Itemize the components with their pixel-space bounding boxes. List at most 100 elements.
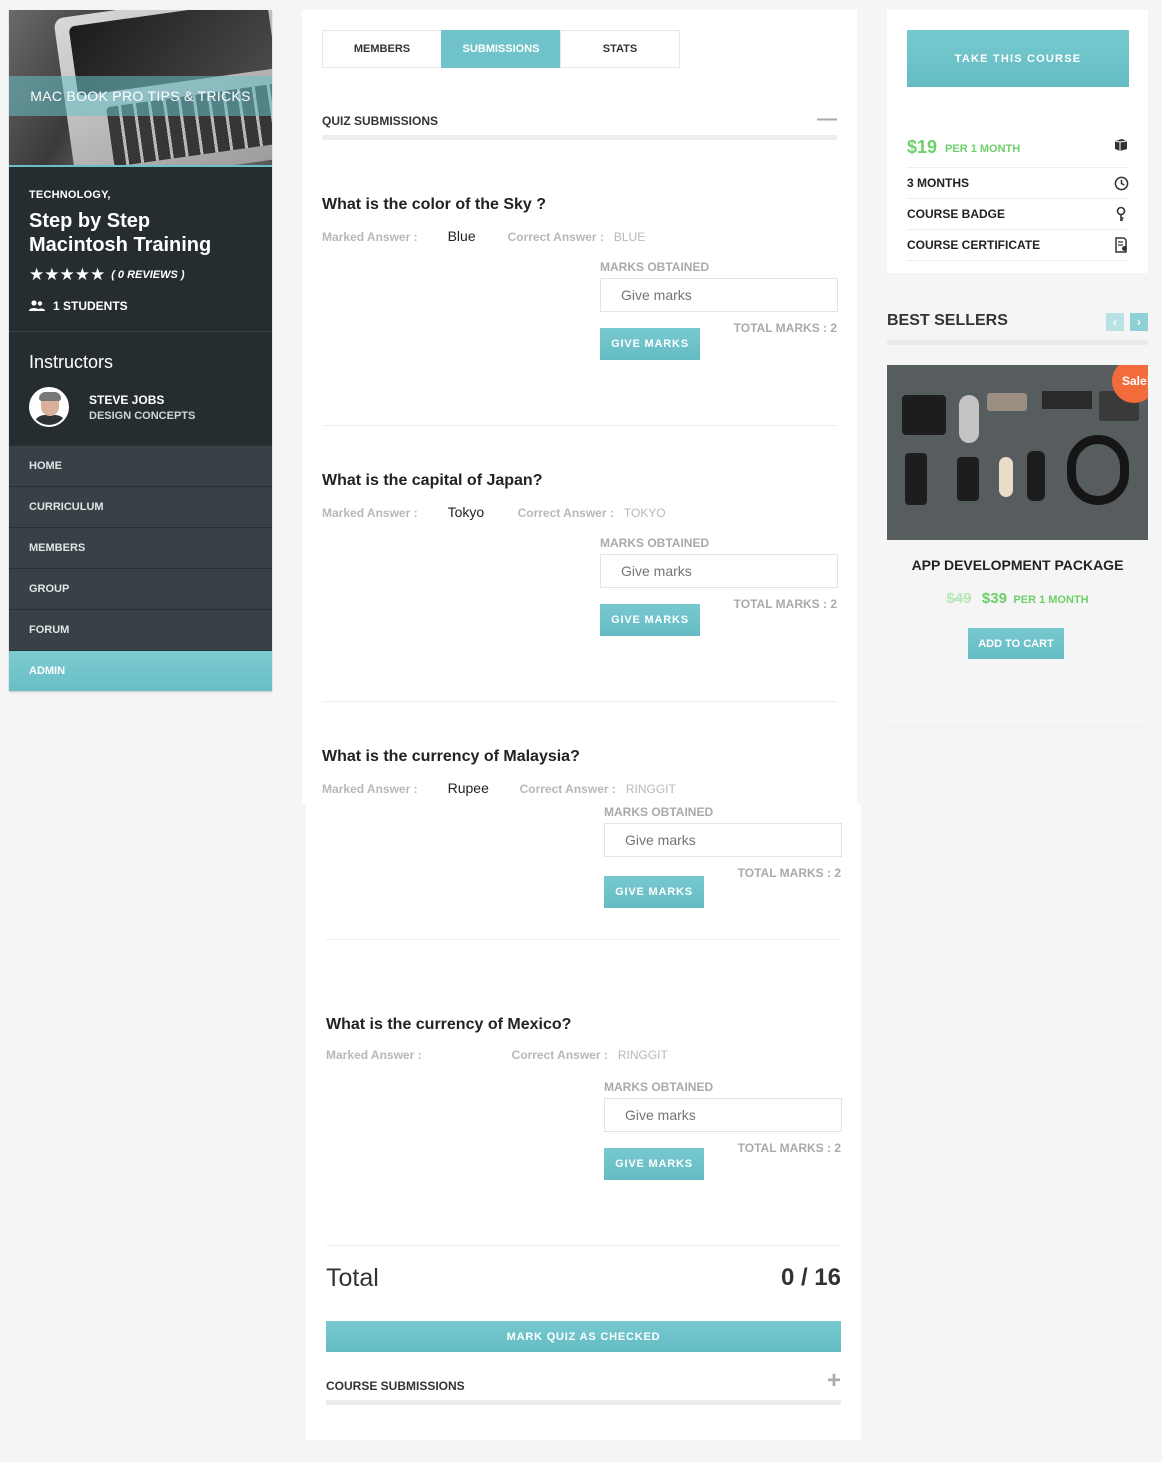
nav-item-home[interactable]: HOME bbox=[9, 445, 272, 486]
badge-icon bbox=[1113, 206, 1129, 222]
course-category[interactable]: TECHNOLOGY, bbox=[29, 189, 252, 201]
instructors-heading: Instructors bbox=[29, 352, 114, 372]
course-sidebar: MAC BOOK PRO TIPS & TRICKS TECHNOLOGY, S… bbox=[9, 10, 272, 691]
best-sellers-title: BEST SELLERS bbox=[887, 312, 1008, 329]
give-marks-input[interactable] bbox=[604, 1098, 842, 1132]
total-marks: TOTAL MARKS : 2 bbox=[737, 866, 841, 880]
admin-panel-lower: MARKS OBTAINED TOTAL MARKS : 2 GIVE MARK… bbox=[306, 805, 861, 1440]
expand-icon[interactable]: + bbox=[827, 1367, 841, 1395]
students-icon bbox=[29, 300, 45, 311]
total-marks: TOTAL MARKS : 2 bbox=[733, 321, 837, 335]
admin-tabs: MEMBERS SUBMISSIONS STATS bbox=[322, 30, 680, 68]
question-text: What is the color of the Sky ? bbox=[322, 196, 547, 213]
feature-certificate: COURSE CERTIFICATE bbox=[907, 230, 1129, 261]
product-name[interactable]: APP DEVELOPMENT PACKAGE bbox=[887, 557, 1148, 573]
product-price: $49 $39 PER 1 MONTH bbox=[887, 590, 1148, 608]
question-text: What is the capital of Japan? bbox=[322, 472, 543, 489]
question-block: What is the capital of Japan? Marked Ans… bbox=[322, 472, 838, 702]
total-marks: TOTAL MARKS : 2 bbox=[737, 1141, 841, 1155]
marked-answer-label: Marked Answer : bbox=[322, 506, 418, 520]
marked-answer-label: Marked Answer : bbox=[326, 1048, 422, 1062]
answer-line: Marked Answer : Blue Correct Answer : BL… bbox=[322, 228, 645, 244]
grand-total: Total 0 / 16 bbox=[326, 1260, 841, 1300]
instructor-item[interactable]: STEVE JOBS DESIGN CONCEPTS bbox=[29, 387, 252, 427]
carousel-prev-icon[interactable]: ‹ bbox=[1106, 313, 1124, 331]
tab-stats[interactable]: STATS bbox=[560, 30, 680, 68]
feature-label: COURSE CERTIFICATE bbox=[907, 238, 1041, 252]
correct-answer-label: Correct Answer : bbox=[511, 1048, 608, 1062]
correct-answer-value: TOKYO bbox=[623, 506, 666, 520]
quiz-submissions-header[interactable]: QUIZ SUBMISSIONS — bbox=[322, 108, 837, 140]
review-count[interactable]: ( 0 REVIEWS ) bbox=[111, 269, 184, 281]
certificate-icon bbox=[1113, 237, 1129, 253]
instructor-subtitle: DESIGN CONCEPTS bbox=[89, 409, 196, 422]
answer-line: Marked Answer : Correct Answer : RINGGIT bbox=[326, 1048, 668, 1062]
feature-badge: COURSE BADGE bbox=[907, 199, 1129, 230]
course-info: TECHNOLOGY, Step by Step Macintosh Train… bbox=[9, 167, 272, 332]
tab-members[interactable]: MEMBERS bbox=[322, 30, 442, 68]
cover-text: MAC BOOK PRO TIPS & TRICKS bbox=[30, 88, 251, 104]
correct-answer-value: RINGGIT bbox=[617, 1048, 668, 1062]
clock-icon bbox=[1113, 175, 1129, 191]
give-marks-button[interactable]: GIVE MARKS bbox=[604, 876, 704, 908]
correct-answer-label: Correct Answer : bbox=[517, 506, 614, 520]
price-period: PER 1 MONTH bbox=[1013, 594, 1089, 606]
old-price: $49 bbox=[946, 590, 972, 607]
marks-obtained-label: MARKS OBTAINED bbox=[600, 536, 710, 550]
give-marks-input[interactable] bbox=[600, 278, 838, 312]
price-row: $19 PER 1 MONTH bbox=[907, 128, 1129, 168]
take-course-button[interactable]: TAKE THIS COURSE bbox=[907, 30, 1129, 87]
marked-answer-value: Tokyo bbox=[447, 504, 485, 520]
total-label: Total bbox=[326, 1264, 379, 1292]
mark-quiz-checked-button[interactable]: MARK QUIZ AS CHECKED bbox=[326, 1321, 841, 1352]
question-marks-block: MARKS OBTAINED TOTAL MARKS : 2 GIVE MARK… bbox=[326, 738, 842, 940]
course-cover-image[interactable]: MAC BOOK PRO TIPS & TRICKS bbox=[9, 10, 272, 167]
course-title: Step by Step Macintosh Training bbox=[29, 210, 212, 256]
student-count: 1 STUDENTS bbox=[29, 299, 252, 313]
pricing-card: TAKE THIS COURSE $19 PER 1 MONTH 3 MONTH… bbox=[887, 10, 1148, 273]
price-period: PER 1 MONTH bbox=[945, 143, 1021, 155]
avatar[interactable] bbox=[29, 387, 69, 427]
question-text: What is the currency of Mexico? bbox=[326, 1016, 572, 1033]
quiz-submissions-label: QUIZ SUBMISSIONS bbox=[322, 114, 439, 128]
question-block: What is the currency of Mexico? Marked A… bbox=[326, 1016, 842, 1246]
marks-obtained-label: MARKS OBTAINED bbox=[604, 1080, 714, 1094]
answer-line: Marked Answer : Tokyo Correct Answer : T… bbox=[322, 504, 666, 520]
nav-item-group[interactable]: GROUP bbox=[9, 568, 272, 609]
tab-submissions[interactable]: SUBMISSIONS bbox=[441, 30, 561, 68]
total-value: 0 / 16 bbox=[780, 1264, 841, 1291]
nav-item-forum[interactable]: FORUM bbox=[9, 609, 272, 650]
carousel-next-icon[interactable]: › bbox=[1130, 313, 1148, 331]
give-marks-button[interactable]: GIVE MARKS bbox=[600, 604, 700, 636]
add-to-cart-button[interactable]: ADD TO CART bbox=[968, 628, 1064, 659]
collapse-icon[interactable]: — bbox=[817, 108, 837, 131]
marks-obtained-label: MARKS OBTAINED bbox=[604, 805, 714, 819]
marks-obtained-label: MARKS OBTAINED bbox=[600, 260, 710, 274]
course-submissions-label: COURSE SUBMISSIONS bbox=[326, 1379, 465, 1393]
marked-answer-value: Blue bbox=[447, 228, 476, 244]
give-marks-input[interactable] bbox=[600, 554, 838, 588]
nav-item-curriculum[interactable]: CURRICULUM bbox=[9, 486, 272, 527]
correct-answer-value: BLUE bbox=[613, 230, 646, 244]
course-submissions-header[interactable]: COURSE SUBMISSIONS + bbox=[326, 1367, 841, 1405]
give-marks-input[interactable] bbox=[604, 823, 842, 857]
new-price: $39 bbox=[981, 590, 1007, 607]
feature-label: COURSE BADGE bbox=[907, 207, 1006, 221]
correct-answer-label: Correct Answer : bbox=[507, 230, 604, 244]
nav-item-admin[interactable]: ADMIN bbox=[9, 650, 272, 691]
product-card: Sale! APP DEVELOPMENT PACKAGE $49 $39 PE… bbox=[887, 365, 1148, 727]
instructors-block: Instructors STEVE JOBS DESIGN CONCEPTS bbox=[9, 332, 272, 445]
admin-panel-upper: MEMBERS SUBMISSIONS STATS QUIZ SUBMISSIO… bbox=[302, 10, 857, 805]
give-marks-button[interactable]: GIVE MARKS bbox=[604, 1148, 704, 1180]
question-block: What is the color of the Sky ? Marked An… bbox=[322, 196, 838, 426]
course-rating: ★★★★★ ( 0 REVIEWS ) bbox=[29, 265, 252, 285]
feature-label: 3 MONTHS bbox=[907, 176, 970, 190]
total-marks: TOTAL MARKS : 2 bbox=[733, 597, 837, 611]
course-nav: HOME CURRICULUM MEMBERS GROUP FORUM ADMI… bbox=[9, 445, 272, 691]
marked-answer-label: Marked Answer : bbox=[322, 230, 418, 244]
students-label: 1 STUDENTS bbox=[53, 299, 128, 313]
nav-item-members[interactable]: MEMBERS bbox=[9, 527, 272, 568]
give-marks-button[interactable]: GIVE MARKS bbox=[600, 328, 700, 360]
instructor-name[interactable]: STEVE JOBS bbox=[89, 393, 195, 407]
product-image[interactable]: Sale! bbox=[887, 365, 1148, 540]
